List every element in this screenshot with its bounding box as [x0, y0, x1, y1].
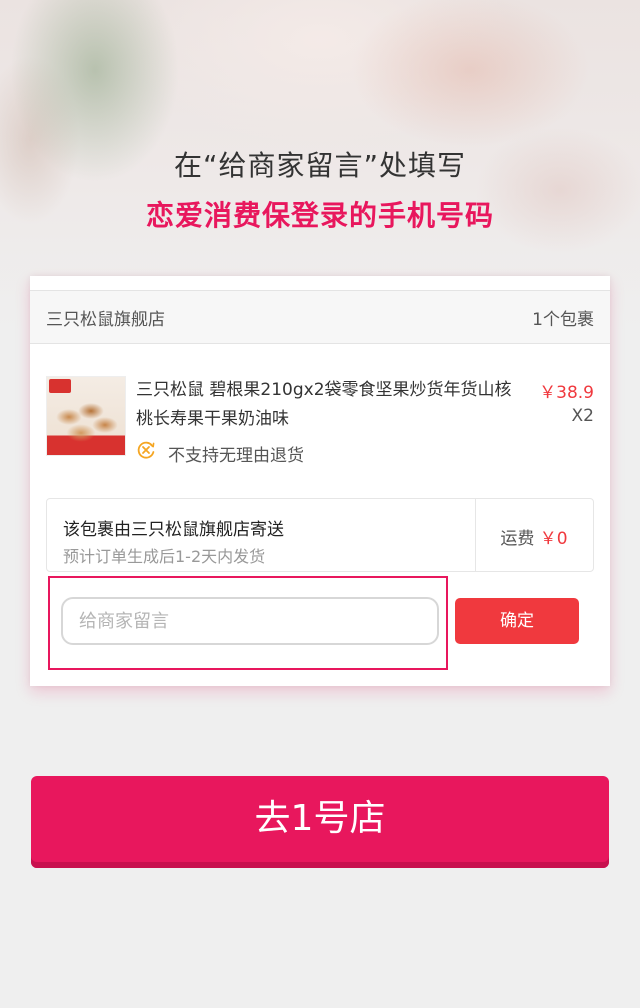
confirm-button[interactable]: 确定 — [455, 598, 579, 644]
shipping-info: 该包裹由三只松鼠旗舰店寄送 预计订单生成后1-2天内发货 运费 ￥0 — [46, 498, 594, 572]
brand-logo-icon — [49, 379, 71, 393]
product-title[interactable]: 三只松鼠 碧根果210gx2袋零食坚果炒货年货山核桃长寿果干果奶油味 — [136, 376, 526, 434]
package-count: 1个包裹 — [532, 310, 594, 330]
merchant-message-input[interactable] — [61, 597, 439, 645]
return-policy-text: 不支持无理由退货 — [168, 446, 304, 466]
shipping-fee-value: ￥0 — [539, 529, 568, 549]
product-quantity: X2 — [571, 406, 594, 426]
instruction-title: 在“给商家留言”处填写 — [173, 149, 466, 182]
no-return-icon — [137, 441, 155, 459]
shipping-fee: 运费 ￥0 — [475, 524, 593, 549]
shop-header: 三只松鼠旗舰店 1个包裹 — [30, 290, 610, 344]
product-price: ￥38.9 — [539, 383, 594, 403]
shop-name[interactable]: 三只松鼠旗舰店 — [46, 305, 165, 330]
shipping-fee-label: 运费 — [500, 529, 535, 549]
shipping-estimate: 预计订单生成后1-2天内发货 — [63, 547, 266, 566]
instruction-highlight: 恋爱消费保登录的手机号码 — [145, 199, 494, 232]
go-to-store-button[interactable]: 去1号店 — [31, 776, 609, 868]
product-image[interactable] — [46, 376, 126, 456]
shipped-by-text: 该包裹由三只松鼠旗舰店寄送 — [63, 520, 284, 540]
order-card: 三只松鼠旗舰店 1个包裹 三只松鼠 碧根果210gx2袋零食坚果炒货年货山核桃长… — [30, 276, 610, 686]
